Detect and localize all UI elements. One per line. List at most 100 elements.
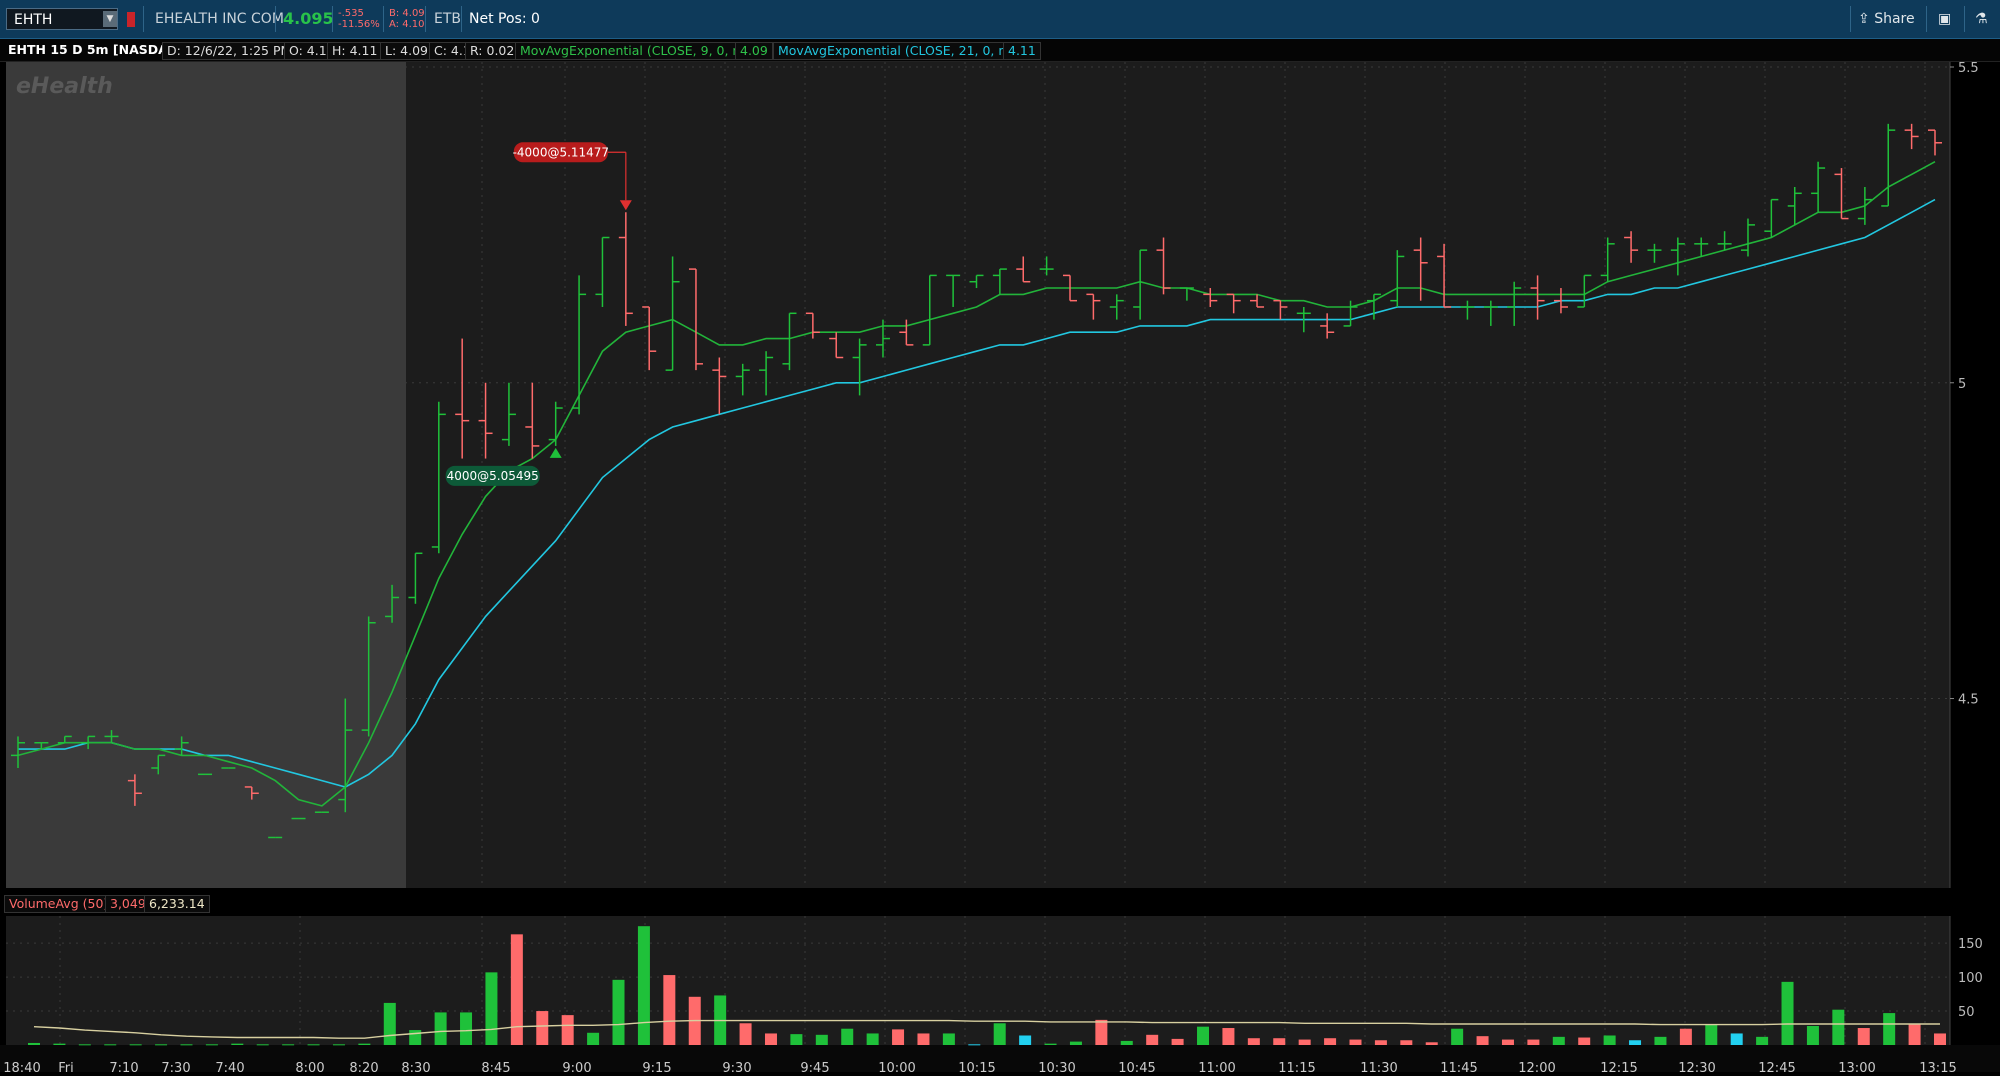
alert-flag-icon[interactable] (127, 12, 135, 27)
share-label: Share (1874, 11, 1915, 27)
volume-bar (1298, 1039, 1311, 1045)
volume-tick-label: 150 (1958, 937, 1983, 952)
chart-header: EHTH 15 D 5m [NASDAQ] D: 12/6/22, 1:25 P… (0, 39, 2000, 62)
price-change: -.535 -11.56% (338, 8, 380, 30)
time-tick-label: 12:15 (1600, 1061, 1637, 1072)
volume-bar (1069, 1041, 1082, 1045)
volume-bar (282, 1044, 295, 1046)
time-tick-label: Fri (58, 1061, 74, 1072)
volume-bar (612, 979, 625, 1045)
volume-bar (1883, 1013, 1896, 1045)
time-tick-label: 10:30 (1038, 1061, 1075, 1072)
volume-bar (307, 1044, 320, 1046)
bar-high: H: 4.11 (327, 42, 383, 60)
time-tick-label: 9:00 (562, 1061, 591, 1072)
volume-bar (1908, 1023, 1921, 1045)
symbol-input[interactable]: EHTH (6, 8, 118, 30)
time-tick-label: 9:30 (722, 1061, 751, 1072)
volume-bar (1679, 1028, 1692, 1045)
volume-bar (993, 1023, 1006, 1045)
volume-bar (1324, 1038, 1337, 1045)
divider (383, 6, 384, 32)
time-tick-label: 10:00 (878, 1061, 915, 1072)
volume-bar (1832, 1009, 1845, 1045)
volume-bar (1603, 1035, 1616, 1045)
volume-bar (1425, 1042, 1438, 1045)
volume-bar (1934, 1033, 1946, 1045)
volume-bar (1781, 981, 1794, 1045)
volume-bar (1171, 1038, 1184, 1045)
time-tick-label: 11:30 (1360, 1061, 1397, 1072)
time-tick-label: 10:45 (1118, 1061, 1155, 1072)
share-icon: ⇪ (1858, 11, 1870, 27)
time-tick-label: 8:30 (401, 1061, 430, 1072)
volume-bar (942, 1033, 955, 1045)
company-name: EHEALTH INC COM (155, 11, 284, 27)
time-tick-label: 9:45 (800, 1061, 829, 1072)
time-tick-label: 8:00 (295, 1061, 324, 1072)
bar-open: O: 4.1 (284, 42, 332, 60)
time-tick-label: 8:20 (349, 1061, 378, 1072)
company-watermark: eHealth (16, 74, 113, 99)
price-chart[interactable]: 4000@5.05495 -4000@5.11477 5.5 5 4.5 150 100… (0, 61, 2000, 1076)
volume-bar (1400, 1040, 1413, 1045)
time-tick-label: 7:30 (161, 1061, 190, 1072)
etb-badge: ETB (434, 11, 462, 27)
volume-bar (256, 1044, 269, 1046)
symbol-dropdown-icon[interactable]: ▼ (103, 11, 117, 27)
ema21-label[interactable]: MovAvgExponential (CLOSE, 21, 0, no) (773, 42, 1024, 60)
volume-bar (1857, 1028, 1870, 1045)
share-button[interactable]: ⇪ Share (1858, 8, 1915, 30)
price-tick-label: 4.5 (1958, 693, 1979, 708)
volume-bar (1374, 1040, 1387, 1045)
volume-bar (663, 975, 676, 1045)
bar-date: D: 12/6/22, 1:25 PM (162, 42, 297, 60)
volume-bar (1044, 1043, 1057, 1045)
volume-bar (205, 1044, 218, 1046)
divider (1926, 6, 1927, 32)
divider (1850, 6, 1851, 32)
volume-bar (1705, 1024, 1718, 1045)
volume-bar (1349, 1039, 1362, 1045)
volume-bar (815, 1034, 828, 1045)
volume-bar (637, 926, 650, 1045)
volume-bar (561, 1015, 574, 1045)
divider (332, 6, 333, 32)
divider (425, 6, 426, 32)
bid-ask: B: 4.09 A: 4.10 (389, 8, 425, 30)
chart-area[interactable]: 4000@5.05495 -4000@5.11477 5.5 5 4.5 150 100… (0, 61, 2000, 1076)
volume-bar (358, 1043, 371, 1045)
volume-bar (1501, 1039, 1514, 1045)
volume-bar (1095, 1019, 1108, 1045)
ask-value: A: 4.10 (389, 19, 425, 30)
detach-icon[interactable]: ▣ (1938, 8, 1951, 30)
volume-bar (180, 1044, 193, 1046)
divider (275, 6, 276, 32)
volume-avg-value: 6,233.14 (144, 895, 210, 913)
time-tick-label: 12:00 (1518, 1061, 1555, 1072)
volume-bar (1019, 1035, 1032, 1045)
volume-bar (510, 934, 523, 1045)
volume-bar (1629, 1040, 1642, 1045)
volume-label[interactable]: VolumeAvg (50) (4, 895, 114, 913)
flask-icon[interactable]: ⚗ (1975, 8, 1988, 30)
volume-bar (1578, 1037, 1591, 1045)
time-tick-label: 11:45 (1440, 1061, 1477, 1072)
trade-label: -4000@5.11477 (513, 145, 610, 159)
ema9-label[interactable]: MovAvgExponential (CLOSE, 9, 0, no) (515, 42, 758, 60)
chart-title[interactable]: EHTH 15 D 5m [NASDAQ] (4, 42, 188, 58)
volume-bar (78, 1044, 91, 1046)
volume-bar (383, 1002, 396, 1045)
volume-bar (1146, 1034, 1159, 1045)
volume-bar (587, 1032, 600, 1045)
volume-bar (892, 1029, 905, 1045)
volume-bar (739, 1023, 752, 1045)
volume-bar (1527, 1039, 1540, 1045)
time-tick-label: 9:15 (642, 1061, 671, 1072)
volume-bar (1197, 1026, 1210, 1045)
change-percent: -11.56% (338, 19, 380, 30)
volume-tick-label: 50 (1958, 1005, 1975, 1020)
price-tick-label: 5 (1958, 377, 1966, 392)
divider (461, 6, 462, 32)
volume-bar (1120, 1040, 1133, 1045)
